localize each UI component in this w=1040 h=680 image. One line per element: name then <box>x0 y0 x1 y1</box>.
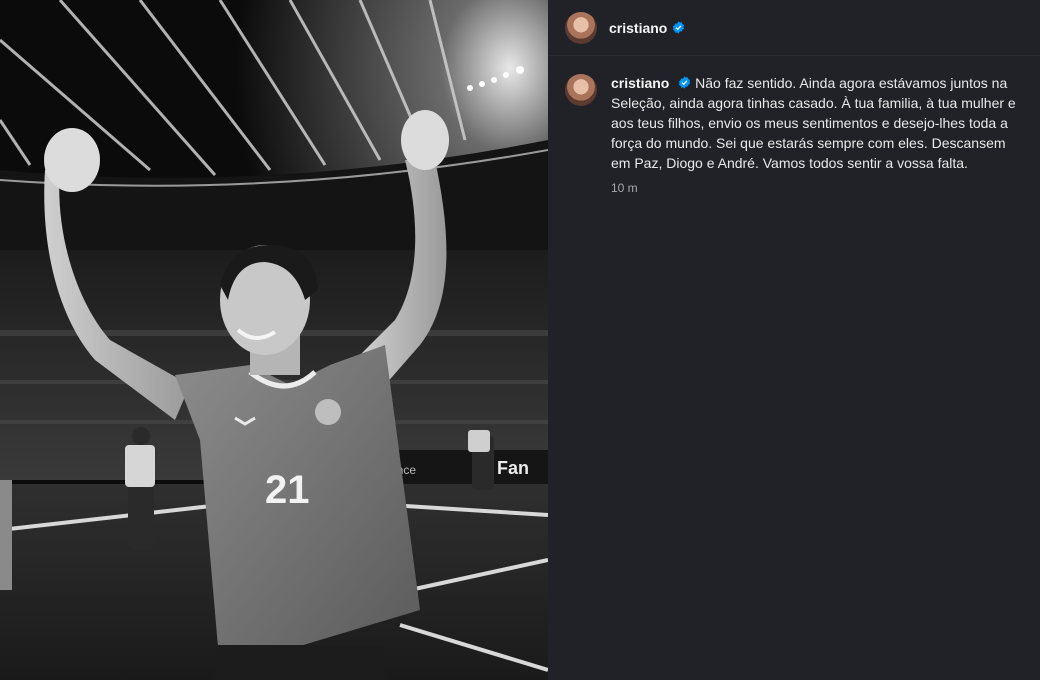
post-details-panel: cristiano cristiano Não faz sentido. Ain… <box>548 0 1040 680</box>
player-celebration-image: Fan ance 21 <box>0 0 548 680</box>
profile-avatar[interactable] <box>565 11 597 44</box>
verified-badge-icon <box>673 21 685 34</box>
caption-body: cristiano Não faz sentido. Ainda agora e… <box>611 73 1021 195</box>
caption-text-block: cristiano Não faz sentido. Ainda agora e… <box>611 73 1021 173</box>
caption-text: Não faz sentido. Ainda agora estávamos j… <box>611 75 1016 171</box>
caption-username[interactable]: cristiano <box>611 75 669 91</box>
verified-badge-icon <box>679 76 691 89</box>
ad-board-text: Fan <box>497 458 529 478</box>
caption-comment: cristiano Não faz sentido. Ainda agora e… <box>548 56 1040 195</box>
post-header: cristiano <box>548 0 1040 56</box>
header-username[interactable]: cristiano <box>609 20 667 36</box>
jersey-number: 21 <box>265 468 310 512</box>
post-timestamp[interactable]: 10 m <box>611 181 1021 195</box>
post-photo[interactable]: Fan ance 21 <box>0 0 548 680</box>
caption-avatar[interactable] <box>565 74 597 106</box>
post-viewer: Fan ance 21 cristiano cristiano Não faz … <box>0 0 1040 680</box>
